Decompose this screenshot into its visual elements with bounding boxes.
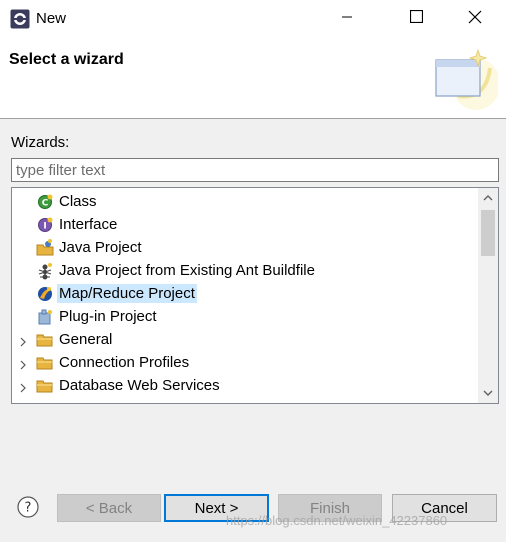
folder-icon bbox=[36, 377, 54, 395]
maximize-button[interactable] bbox=[393, 0, 439, 38]
finish-button[interactable]: Finish bbox=[278, 494, 382, 522]
wizard-tree[interactable]: C Class I Interface Java Project Java Pr… bbox=[11, 187, 499, 404]
chevron-up-icon bbox=[483, 189, 493, 207]
svg-text:I: I bbox=[43, 222, 46, 232]
scroll-down-button[interactable] bbox=[478, 383, 498, 403]
tree-item-class[interactable]: C Class bbox=[12, 190, 478, 213]
scroll-up-button[interactable] bbox=[478, 188, 498, 208]
ant-icon bbox=[36, 262, 54, 280]
java-interface-icon: I bbox=[36, 216, 54, 234]
mapreduce-icon bbox=[36, 285, 54, 303]
tree-item-database-web-services[interactable]: Database Web Services bbox=[12, 374, 478, 397]
tree-item-label: Java Project bbox=[59, 239, 142, 256]
tree-item-label: Interface bbox=[59, 216, 118, 233]
close-icon bbox=[468, 10, 482, 29]
page-title: Select a wizard bbox=[9, 51, 124, 68]
tree-item-label: Map/Reduce Project bbox=[57, 284, 197, 303]
java-project-icon bbox=[36, 239, 54, 257]
close-button[interactable] bbox=[452, 0, 498, 38]
tree-item-label: Class bbox=[59, 193, 97, 210]
minimize-icon bbox=[341, 10, 353, 28]
folder-icon bbox=[36, 331, 54, 349]
tree-item-connection-profiles[interactable]: Connection Profiles bbox=[12, 351, 478, 374]
minimize-button[interactable] bbox=[324, 0, 370, 38]
tree-item-interface[interactable]: I Interface bbox=[12, 213, 478, 236]
tree-item-label: Plug-in Project bbox=[59, 308, 157, 325]
title-bar: New bbox=[0, 0, 506, 38]
chevron-right-icon[interactable] bbox=[18, 357, 28, 370]
folder-icon bbox=[36, 354, 54, 372]
tree-item-mapreduce-project[interactable]: Map/Reduce Project bbox=[12, 282, 478, 305]
tree-item-label: Database Web Services bbox=[59, 377, 220, 394]
tree-item-label: General bbox=[59, 331, 113, 348]
cancel-button[interactable]: Cancel bbox=[392, 494, 497, 522]
tree-item-plugin-project[interactable]: Plug-in Project bbox=[12, 305, 478, 328]
maximize-icon bbox=[409, 9, 423, 28]
java-class-icon: C bbox=[36, 193, 54, 211]
wizard-header: Select a wizard bbox=[0, 38, 506, 119]
tree-item-general[interactable]: General bbox=[12, 328, 478, 351]
new-wizard-banner-icon bbox=[428, 44, 500, 110]
back-button[interactable]: < Back bbox=[57, 494, 161, 522]
scroll-thumb[interactable] bbox=[481, 210, 495, 256]
next-button[interactable]: Next > bbox=[164, 494, 269, 522]
chevron-right-icon[interactable] bbox=[18, 334, 28, 347]
tree-item-label: Java Project from Existing Ant Buildfile bbox=[59, 262, 315, 279]
tree-item-ant-project[interactable]: Java Project from Existing Ant Buildfile bbox=[12, 259, 478, 282]
tree-item-java-project[interactable]: Java Project bbox=[12, 236, 478, 259]
tree-scrollbar[interactable] bbox=[478, 188, 498, 403]
filter-input[interactable] bbox=[11, 158, 499, 182]
svg-text:?: ? bbox=[25, 501, 32, 516]
eclipse-icon bbox=[10, 9, 30, 29]
window-title: New bbox=[36, 10, 67, 27]
help-icon[interactable]: ? bbox=[17, 496, 39, 518]
wizards-label: Wizards: bbox=[11, 134, 70, 151]
chevron-down-icon bbox=[483, 384, 493, 402]
svg-text:C: C bbox=[42, 199, 49, 209]
plugin-project-icon bbox=[36, 308, 54, 326]
tree-item-label: Connection Profiles bbox=[59, 354, 190, 371]
chevron-right-icon[interactable] bbox=[18, 380, 28, 393]
